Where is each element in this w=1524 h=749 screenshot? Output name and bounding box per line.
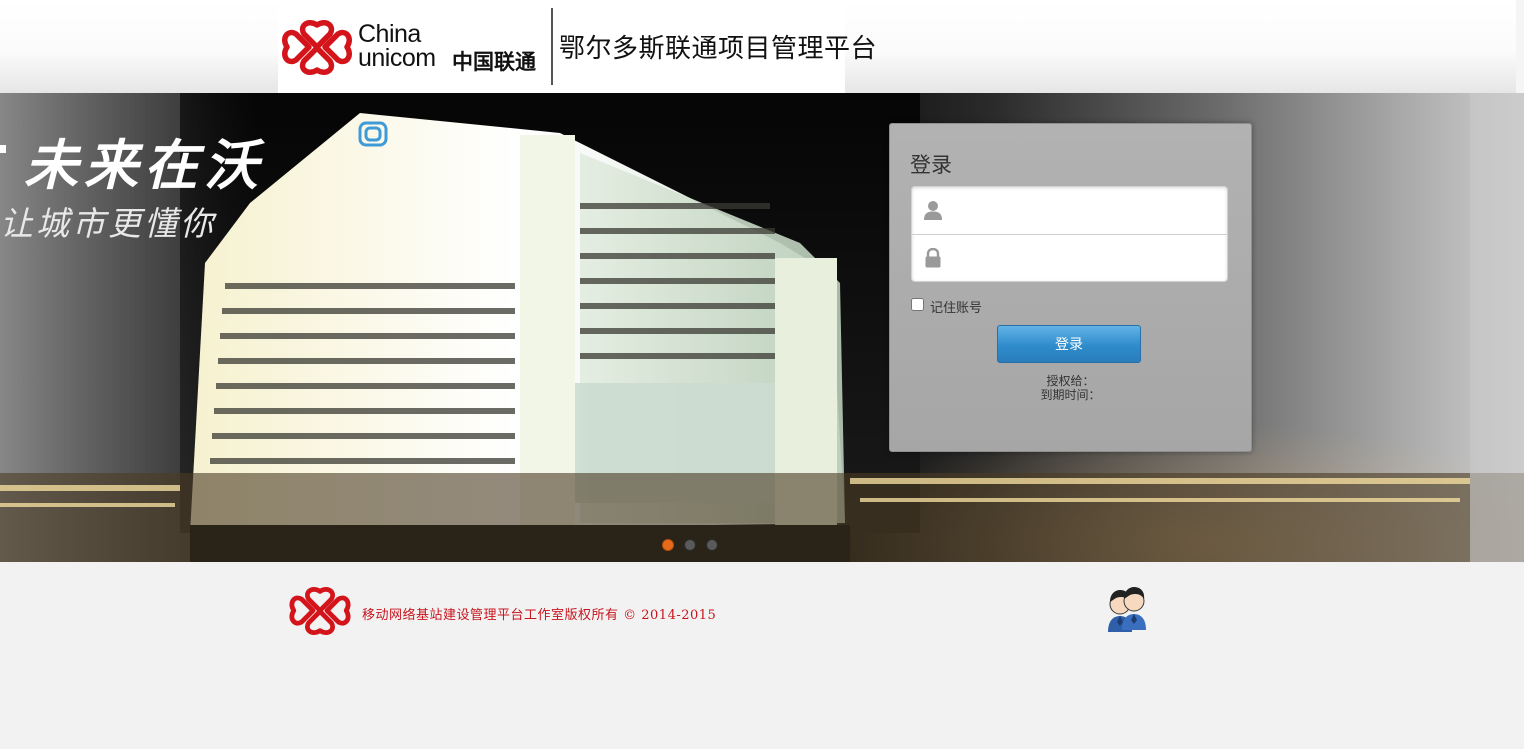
brand-latin-line2: unicom	[358, 44, 436, 72]
page-header: China unicom 中国联通 鄂尔多斯联通项目管理平台	[0, 0, 1524, 93]
hero-banner: 未来在沃 让城市更懂你	[0, 93, 1524, 562]
carousel-dot-3[interactable]	[706, 539, 718, 551]
password-row	[912, 234, 1227, 281]
slogan-bullet	[0, 145, 6, 153]
banner-subslogan: 让城市更懂你	[0, 204, 216, 243]
banner-slogan: 未来在沃	[24, 133, 264, 197]
expiry-label: 到期时间：	[1040, 388, 1101, 402]
credentials-group	[911, 186, 1228, 282]
copyright-text: 移动网络基站建设管理平台工作室版权所有 © 2014-2015	[362, 608, 717, 623]
username-input[interactable]	[954, 196, 1220, 226]
carousel-indicators	[662, 538, 728, 551]
customer-service-icon[interactable]	[1102, 582, 1150, 632]
platform-title: 鄂尔多斯联通项目管理平台	[559, 34, 878, 64]
carousel-dot-1[interactable]	[662, 539, 674, 551]
user-icon	[924, 201, 942, 220]
password-input[interactable]	[954, 244, 1220, 274]
login-title: 登录	[910, 153, 952, 177]
license-info: 授权给： 到期时间：	[890, 374, 1251, 402]
lock-icon	[925, 248, 941, 268]
login-button[interactable]: 登录	[997, 325, 1141, 363]
remember-checkbox[interactable]	[911, 298, 924, 311]
brand-latin-name: China unicom	[358, 22, 436, 72]
remember-label[interactable]: 记住账号	[930, 297, 982, 316]
brand-block: China unicom 中国联通 鄂尔多斯联通项目管理平台	[278, 0, 877, 93]
username-row	[912, 187, 1227, 233]
brand-chinese-name: 中国联通	[452, 50, 536, 74]
footer-knot-icon	[289, 587, 351, 635]
china-unicom-logo-icon	[282, 20, 352, 75]
login-panel: 登录 记住账号 登录 授权给： 到期时间：	[889, 123, 1252, 452]
header-edge	[1516, 0, 1524, 93]
carousel-dot-2[interactable]	[684, 539, 696, 551]
licensed-to-label: 授权给：	[1046, 374, 1095, 388]
brand-divider	[551, 8, 553, 85]
